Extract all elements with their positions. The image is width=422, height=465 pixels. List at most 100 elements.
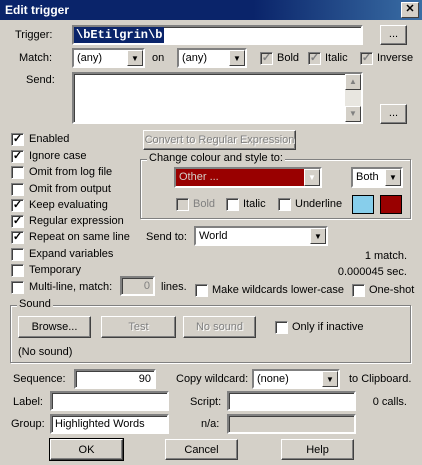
- keep-evaluating-label: Keep evaluating: [29, 199, 108, 211]
- temporary-checkbox[interactable]: [11, 264, 24, 277]
- repeat-checkbox[interactable]: ✓: [11, 231, 24, 244]
- expand-variables-label: Expand variables: [29, 248, 114, 260]
- match-bold-checkbox[interactable]: ✓: [260, 52, 273, 65]
- style-underline-checkbox[interactable]: [278, 198, 291, 211]
- style-underline-label: Underline: [295, 198, 343, 210]
- group-input[interactable]: Highlighted Words: [50, 414, 169, 434]
- label-field-label: Label:: [13, 396, 43, 408]
- ok-button[interactable]: OK: [49, 438, 124, 461]
- no-sound-button[interactable]: No sound: [183, 316, 256, 338]
- send-textarea[interactable]: [72, 72, 363, 124]
- multiline-label: Multi-line, match:: [29, 281, 113, 293]
- copy-wildcard-label: Copy wildcard:: [176, 373, 249, 385]
- both-select-value: Both: [356, 171, 379, 183]
- ignore-case-label: Ignore case: [29, 150, 87, 162]
- multiline-lines-value: 0: [143, 280, 150, 292]
- style-bold-label: Bold: [193, 198, 216, 210]
- window-title: Edit trigger: [5, 3, 70, 17]
- only-inactive-checkbox[interactable]: [275, 321, 288, 334]
- enabled-label: Enabled: [29, 133, 70, 145]
- na-input[interactable]: [227, 414, 356, 434]
- na-label: n/a:: [201, 418, 220, 430]
- foreground-colour-swatch[interactable]: [352, 195, 374, 214]
- copy-wildcard-select[interactable]: (none) ▼: [252, 369, 340, 389]
- keep-evaluating-checkbox[interactable]: ✓: [11, 199, 24, 212]
- multiline-checkbox[interactable]: [11, 281, 24, 294]
- style-italic-label: Italic: [243, 198, 266, 210]
- background-colour-swatch[interactable]: [380, 195, 402, 214]
- title-bar: Edit trigger ✕: [0, 0, 422, 20]
- regex-checkbox[interactable]: ✓: [11, 215, 24, 228]
- match-italic-checkbox[interactable]: ✓: [308, 52, 321, 65]
- trigger-browse-button[interactable]: ...: [380, 25, 407, 45]
- script-calls: 0 calls.: [372, 396, 407, 408]
- to-clipboard-label: to Clipboard.: [349, 373, 412, 385]
- wildcards-lower-label: Make wildcards lower-case: [212, 284, 345, 296]
- lines-label: lines.: [161, 281, 187, 293]
- oneshot-label: One-shot: [369, 284, 415, 296]
- trigger-input[interactable]: \bEtilgrin\b: [72, 25, 363, 45]
- label-input[interactable]: [50, 391, 169, 411]
- convert-regex-button[interactable]: Convert to Regular Expression: [143, 130, 296, 150]
- regex-label: Regular expression: [29, 215, 124, 227]
- cancel-button[interactable]: Cancel: [165, 439, 238, 460]
- send-scrollbar[interactable]: ▲ ▼: [345, 74, 361, 122]
- send-browse-button[interactable]: ...: [380, 104, 407, 124]
- sound-test-button[interactable]: Test: [101, 316, 176, 338]
- sound-browse-button[interactable]: Browse...: [18, 316, 91, 338]
- match-bg-select[interactable]: (any) ▼: [177, 48, 247, 68]
- sequence-input[interactable]: 90: [74, 369, 156, 389]
- match-count: 1 match.: [364, 250, 407, 262]
- chevron-down-icon: ▼: [385, 169, 401, 186]
- trigger-text: \bEtilgrin\b: [74, 27, 165, 43]
- repeat-label: Repeat on same line: [29, 231, 130, 243]
- sequence-value: 90: [138, 373, 151, 385]
- send-to-label: Send to:: [146, 231, 187, 243]
- group-value: Highlighted Words: [55, 418, 145, 430]
- chevron-down-icon: ▼: [304, 169, 320, 186]
- scroll-up-icon[interactable]: ▲: [345, 74, 361, 90]
- enabled-checkbox[interactable]: ✓: [11, 133, 24, 146]
- ignore-case-checkbox[interactable]: ✓: [11, 150, 24, 163]
- style-bold-checkbox[interactable]: [176, 198, 189, 211]
- omit-log-checkbox[interactable]: [11, 166, 24, 179]
- help-button[interactable]: Help: [281, 439, 354, 460]
- colour-group-title: Change colour and style to:: [147, 152, 285, 164]
- sound-group-title: Sound: [17, 298, 53, 310]
- scroll-down-icon[interactable]: ▼: [345, 106, 361, 122]
- trigger-label: Trigger:: [15, 29, 53, 41]
- colour-select-value: Other ...: [179, 171, 219, 183]
- style-italic-checkbox[interactable]: [226, 198, 239, 211]
- chevron-down-icon: ▼: [229, 50, 245, 66]
- copy-wildcard-value: (none): [257, 373, 289, 385]
- oneshot-checkbox[interactable]: [352, 284, 365, 297]
- match-bold-label: Bold: [277, 52, 300, 64]
- script-input[interactable]: [227, 391, 356, 411]
- colour-select[interactable]: Other ... ▼: [174, 167, 322, 188]
- close-button[interactable]: ✕: [401, 2, 419, 18]
- send-to-value: World: [199, 230, 228, 242]
- send-label: Send:: [26, 74, 55, 86]
- group-field-label: Group:: [11, 418, 45, 430]
- chevron-down-icon: ▼: [310, 228, 326, 244]
- match-time: 0.000045 sec.: [337, 266, 407, 278]
- multiline-lines-input[interactable]: 0: [120, 276, 155, 296]
- match-inverse-checkbox[interactable]: ✓: [360, 52, 373, 65]
- expand-variables-checkbox[interactable]: [11, 248, 24, 261]
- match-inverse-label: Inverse: [377, 52, 414, 64]
- omit-log-label: Omit from log file: [29, 166, 113, 178]
- script-label: Script:: [190, 396, 222, 408]
- match-label: Match:: [19, 52, 53, 64]
- omit-output-label: Omit from output: [29, 183, 111, 195]
- omit-output-checkbox[interactable]: [11, 183, 24, 196]
- send-to-select[interactable]: World ▼: [194, 226, 328, 246]
- both-select[interactable]: Both ▼: [351, 167, 403, 188]
- match-fg-value: (any): [77, 52, 103, 64]
- sound-status: (No sound): [18, 346, 73, 358]
- wildcards-lower-checkbox[interactable]: [195, 284, 208, 297]
- chevron-down-icon: ▼: [127, 50, 143, 66]
- match-on-label: on: [152, 52, 165, 64]
- only-inactive-label: Only if inactive: [292, 321, 364, 333]
- chevron-down-icon: ▼: [322, 371, 338, 387]
- match-fg-select[interactable]: (any) ▼: [72, 48, 145, 68]
